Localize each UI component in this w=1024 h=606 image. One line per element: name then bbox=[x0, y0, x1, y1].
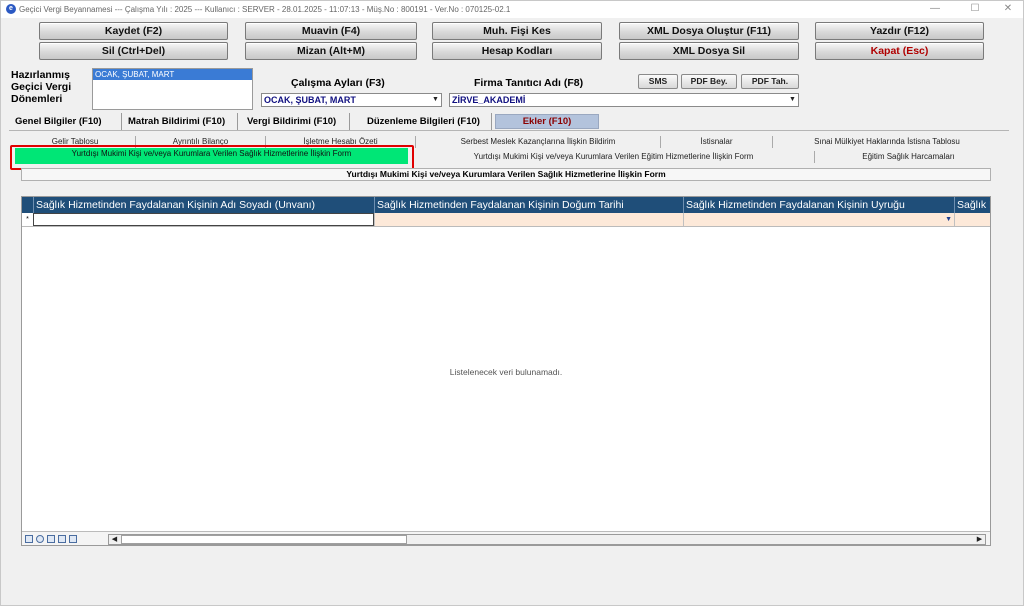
tab-genel-bilgiler[interactable]: Genel Bilgiler (F10) bbox=[15, 113, 122, 130]
donem-list-item[interactable]: OCAK, ŞUBAT, MART bbox=[93, 69, 252, 80]
new-row[interactable]: * ▼ bbox=[22, 213, 990, 227]
tab-ekler[interactable]: Ekler (F10) bbox=[495, 114, 599, 129]
hesap-kodlari-button[interactable]: Hesap Kodları bbox=[432, 42, 602, 60]
subtab-serbest-meslek[interactable]: Serbest Meslek Kazançlarına İlişkin Bild… bbox=[416, 136, 661, 148]
chevron-down-icon[interactable]: ▼ bbox=[787, 94, 798, 106]
cell-dogum-tarihi[interactable] bbox=[374, 213, 683, 226]
panel-title: Yurtdışı Mukimi Kişi ve/veya Kurumlara V… bbox=[21, 168, 991, 181]
cell-uyrugu[interactable]: ▼ bbox=[683, 213, 954, 226]
xml-dosya-sil-button[interactable]: XML Dosya Sil bbox=[619, 42, 799, 60]
scroll-left-icon[interactable]: ◀ bbox=[109, 535, 120, 544]
minimize-button[interactable]: — bbox=[923, 1, 947, 18]
title-bar: e Geçici Vergi Beyannamesi --- Çalışma Y… bbox=[1, 1, 1023, 18]
muh-fisi-kes-button[interactable]: Muh. Fişi Kes bbox=[432, 22, 602, 40]
cell-saglik-h[interactable] bbox=[954, 213, 990, 226]
horizontal-scrollbar[interactable]: ◀ ▶ bbox=[108, 534, 986, 545]
column-header-adi-soyadi[interactable]: Sağlık Hizmetinden Faydalanan Kişinin Ad… bbox=[33, 197, 374, 213]
hazirlanmis-label-3: Dönemleri bbox=[11, 93, 63, 105]
window-title: Geçici Vergi Beyannamesi --- Çalışma Yıl… bbox=[19, 5, 511, 14]
firma-tanitici-value: ZİRVE_AKADEMİ bbox=[452, 95, 526, 105]
sms-button[interactable]: SMS bbox=[638, 74, 678, 89]
data-grid[interactable]: Sağlık Hizmetinden Faydalanan Kişinin Ad… bbox=[21, 196, 991, 546]
app-icon: e bbox=[6, 4, 16, 14]
new-row-marker: * bbox=[26, 216, 29, 223]
tab-duzenleme-bilgileri[interactable]: Düzenleme Bilgileri (F10) bbox=[367, 113, 492, 130]
save-icon[interactable] bbox=[25, 535, 33, 543]
print-icon[interactable] bbox=[69, 535, 77, 543]
chevron-down-icon[interactable]: ▼ bbox=[430, 94, 441, 106]
grid-header: Sağlık Hizmetinden Faydalanan Kişinin Ad… bbox=[22, 197, 990, 213]
row-indicator-header bbox=[22, 197, 33, 213]
hazirlanmis-label-1: Hazırlanmış bbox=[11, 69, 70, 81]
kapat-button[interactable]: Kapat (Esc) bbox=[815, 42, 984, 60]
highlight-frame bbox=[10, 145, 414, 170]
subtab-istisnalar[interactable]: İstisnalar bbox=[661, 136, 773, 148]
scroll-right-icon[interactable]: ▶ bbox=[974, 535, 985, 544]
scrollbar-thumb[interactable] bbox=[121, 535, 407, 544]
main-window: e Geçici Vergi Beyannamesi --- Çalışma Y… bbox=[0, 0, 1024, 606]
column-header-uyrugu[interactable]: Sağlık Hizmetinden Faydalanan Kişinin Uy… bbox=[683, 197, 954, 213]
hazirlanmis-label-2: Geçici Vergi bbox=[11, 81, 72, 93]
column-header-saglik-h[interactable]: Sağlık H bbox=[954, 197, 990, 213]
sil-button[interactable]: Sil (Ctrl+Del) bbox=[39, 42, 228, 60]
empty-message: Listelenecek veri bulunamadı. bbox=[449, 367, 563, 377]
xml-dosya-olustur-button[interactable]: XML Dosya Oluştur (F11) bbox=[619, 22, 799, 40]
firma-tanitici-combo[interactable]: ZİRVE_AKADEMİ ▼ bbox=[449, 93, 799, 107]
calisma-aylari-label: Çalışma Ayları (F3) bbox=[291, 77, 385, 89]
kaydet-button[interactable]: Kaydet (F2) bbox=[39, 22, 228, 40]
chevron-down-icon[interactable]: ▼ bbox=[945, 213, 952, 226]
close-button[interactable]: ✕ bbox=[996, 1, 1020, 18]
firma-tanitici-label: Firma Tanıtıcı Adı (F8) bbox=[474, 77, 584, 89]
donemler-listbox[interactable]: OCAK, ŞUBAT, MART bbox=[92, 68, 253, 110]
pdf-tah-button[interactable]: PDF Tah. bbox=[741, 74, 799, 89]
muavin-button[interactable]: Muavin (F4) bbox=[245, 22, 417, 40]
grid-footer: ◀ ▶ bbox=[22, 531, 990, 545]
filter-icon[interactable] bbox=[58, 535, 66, 543]
cell-adi-soyadi[interactable] bbox=[33, 213, 374, 226]
mizan-button[interactable]: Mizan (Alt+M) bbox=[245, 42, 417, 60]
calisma-aylari-value: OCAK, ŞUBAT, MART bbox=[264, 95, 356, 105]
subtab-sinai-mulkiyet[interactable]: Sınai Mülkiyet Haklarında İstisna Tablos… bbox=[773, 136, 1001, 148]
pdf-bey-button[interactable]: PDF Bey. bbox=[681, 74, 737, 89]
tabs-divider bbox=[9, 130, 1009, 131]
yazdir-button[interactable]: Yazdır (F12) bbox=[815, 22, 984, 40]
export-icon[interactable] bbox=[47, 535, 55, 543]
tab-matrah-bildirimi[interactable]: Matrah Bildirimi (F10) bbox=[128, 113, 238, 130]
subtab-egitim-saglik-harcamalari[interactable]: Eğitim Sağlık Harcamaları bbox=[816, 151, 1001, 163]
maximize-button[interactable]: ☐ bbox=[963, 1, 987, 18]
subtab-egitim-hizmetleri-form[interactable]: Yurtdışı Mukimi Kişi ve/veya Kurumlara V… bbox=[413, 151, 815, 163]
column-header-dogum-tarihi[interactable]: Sağlık Hizmetinden Faydalanan Kişinin Do… bbox=[374, 197, 683, 213]
eye-icon[interactable] bbox=[36, 535, 44, 543]
calisma-aylari-combo[interactable]: OCAK, ŞUBAT, MART ▼ bbox=[261, 93, 442, 107]
tab-vergi-bildirimi[interactable]: Vergi Bildirimi (F10) bbox=[247, 113, 350, 130]
